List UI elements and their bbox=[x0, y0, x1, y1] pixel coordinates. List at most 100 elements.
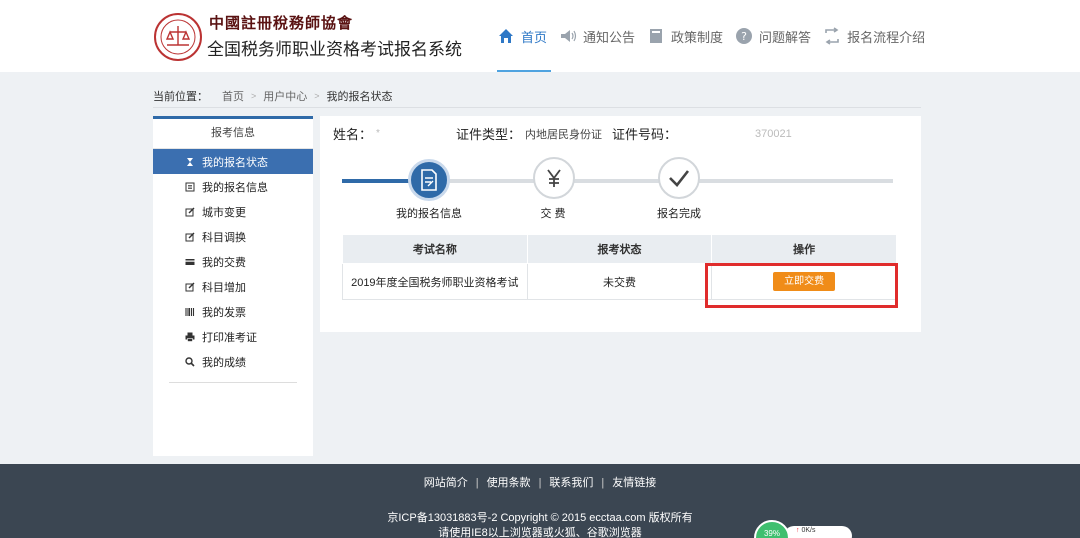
nav-label: 问题解答 bbox=[759, 29, 812, 45]
table-row: 2019年度全国税务师职业资格考试 未交费 立即交费 bbox=[342, 263, 897, 300]
step-payment bbox=[533, 157, 575, 199]
network-speed-widget[interactable]: ↑ 0K/s 39% bbox=[754, 520, 854, 538]
step-complete bbox=[658, 157, 700, 199]
exam-table: 考试名称 报考状态 操作 2019年度全国税务师职业资格考试 未交费 立即交费 bbox=[342, 234, 897, 300]
sidebar-divider bbox=[169, 382, 297, 383]
step-label-complete: 报名完成 bbox=[657, 208, 701, 220]
breadcrumb-separator: > bbox=[314, 90, 320, 101]
header: 中國註冊稅務師協會 全国税务师职业资格考试报名系统 首页 通知公告 政策制度 ?… bbox=[0, 0, 1080, 72]
nav-label: 首页 bbox=[521, 29, 548, 45]
footer-link-about[interactable]: 网站简介 bbox=[424, 477, 468, 489]
breadcrumb: 当前位置： 首页 > 用户中心 > 我的报名状态 bbox=[153, 84, 921, 108]
nav-item-notices[interactable]: 通知公告 bbox=[559, 0, 635, 72]
question-icon: ? bbox=[736, 28, 753, 44]
brand-script-title: 中國註冊稅務師協會 bbox=[209, 14, 354, 32]
edit-icon bbox=[185, 282, 195, 291]
svg-text:?: ? bbox=[741, 30, 747, 43]
sidebar-item-add-subject[interactable]: 科目增加 bbox=[153, 274, 313, 299]
sidebar-item-print-admission[interactable]: 打印准考证 bbox=[153, 324, 313, 349]
footer-separator: | bbox=[538, 477, 542, 489]
sidebar-item-subject-swap[interactable]: 科目调换 bbox=[153, 224, 313, 249]
breadcrumb-home[interactable]: 首页 bbox=[222, 88, 244, 104]
id-number-label: 证件号码： bbox=[612, 127, 678, 142]
sidebar-item-registration-info[interactable]: 我的报名信息 bbox=[153, 174, 313, 199]
top-nav: 首页 通知公告 政策制度 ? 问题解答 报名流程介绍 bbox=[497, 0, 937, 72]
sidebar-item-label: 我的成绩 bbox=[202, 356, 246, 369]
sidebar-item-my-invoice[interactable]: 我的发票 bbox=[153, 299, 313, 324]
step-label-payment: 交 费 bbox=[540, 208, 566, 220]
breadcrumb-user-center[interactable]: 用户中心 bbox=[263, 88, 307, 104]
sidebar-item-label: 我的发票 bbox=[202, 306, 246, 319]
sidebar-item-label: 我的报名信息 bbox=[202, 181, 268, 194]
step-label-registration-info: 我的报名信息 bbox=[396, 208, 462, 220]
footer-link-friends[interactable]: 友情链接 bbox=[612, 477, 656, 489]
upload-arrow-icon: ↑ bbox=[796, 527, 800, 534]
flow-icon bbox=[825, 27, 839, 45]
nav-item-home[interactable]: 首页 bbox=[497, 0, 552, 72]
nav-item-policy[interactable]: 政策制度 bbox=[647, 0, 723, 72]
sidebar-title: 报考信息 bbox=[153, 119, 313, 149]
pay-now-button[interactable]: 立即交费 bbox=[773, 272, 836, 291]
speed-rate-bar: ↑ 0K/s bbox=[784, 526, 852, 538]
exam-name-cell: 2019年度全国税务师职业资格考试 bbox=[342, 263, 528, 300]
sidebar-item-label: 我的报名状态 bbox=[202, 156, 268, 169]
speed-percent-badge: 39% bbox=[754, 520, 790, 538]
nav-label: 通知公告 bbox=[583, 29, 636, 45]
id-type-value: 内地居民身份证 bbox=[525, 128, 603, 141]
yen-icon bbox=[547, 169, 561, 187]
step-registration-info bbox=[408, 159, 450, 201]
sidebar-item-my-score[interactable]: 我的成绩 bbox=[153, 349, 313, 374]
sidebar-item-registration-status[interactable]: 我的报名状态 bbox=[153, 149, 313, 174]
breadcrumb-label: 当前位置： bbox=[153, 90, 208, 103]
sidebar-item-label: 我的交费 bbox=[202, 256, 246, 269]
edit-icon bbox=[185, 207, 195, 216]
magnifier-icon bbox=[185, 356, 195, 367]
nav-label: 报名流程介绍 bbox=[847, 29, 926, 45]
edit-icon bbox=[185, 232, 195, 241]
footer-link-terms[interactable]: 使用条款 bbox=[487, 477, 531, 489]
sidebar: 报考信息 我的报名状态 我的报名信息 城市变更 科目调换 我的交费 科目增加 我… bbox=[153, 116, 313, 456]
check-icon bbox=[669, 170, 690, 187]
footer-copyright: 京ICP备13031883号-2 Copyright © 2015 ecctaa… bbox=[387, 512, 693, 524]
speaker-icon bbox=[561, 30, 577, 42]
footer-links: 网站简介 | 使用条款 | 联系我们 | 友情链接 bbox=[0, 474, 1080, 490]
book-icon bbox=[650, 29, 663, 43]
column-header-exam-name: 考试名称 bbox=[342, 234, 528, 264]
sidebar-item-label: 科目增加 bbox=[202, 281, 246, 294]
sidebar-item-city-change[interactable]: 城市变更 bbox=[153, 199, 313, 224]
barcode-icon bbox=[185, 307, 195, 316]
system-title: 全国税务师职业资格考试报名系统 bbox=[207, 40, 462, 59]
sidebar-item-my-payment[interactable]: 我的交费 bbox=[153, 249, 313, 274]
footer-link-contact[interactable]: 联系我们 bbox=[549, 477, 593, 489]
nav-item-faq[interactable]: ? 问题解答 bbox=[735, 0, 811, 72]
sidebar-item-label: 城市变更 bbox=[202, 206, 246, 219]
home-icon bbox=[499, 29, 513, 43]
footer-browser-note: 请使用IE8以上浏览器或火狐、谷歌浏览器 bbox=[438, 527, 642, 538]
footer-separator: | bbox=[601, 477, 605, 489]
name-label: 姓名： bbox=[333, 127, 373, 142]
id-number-value: 370021 bbox=[755, 127, 792, 140]
footer-separator: | bbox=[475, 477, 479, 489]
candidate-info-row: 姓名： * 证件类型： 内地居民身份证 证件号码： 370021 bbox=[333, 124, 802, 143]
printer-icon bbox=[185, 332, 195, 342]
sidebar-item-label: 科目调换 bbox=[202, 231, 246, 244]
column-header-status: 报考状态 bbox=[526, 234, 713, 264]
name-value: * bbox=[376, 128, 380, 139]
column-header-action: 操作 bbox=[711, 234, 897, 264]
sidebar-item-label: 打印准考证 bbox=[202, 331, 257, 344]
nav-item-process[interactable]: 报名流程介绍 bbox=[823, 0, 925, 72]
breadcrumb-current: 我的报名状态 bbox=[326, 90, 393, 103]
breadcrumb-separator: > bbox=[251, 90, 257, 101]
card-icon bbox=[185, 258, 195, 265]
association-seal-icon bbox=[154, 13, 202, 61]
nav-label: 政策制度 bbox=[671, 29, 724, 45]
document-icon bbox=[421, 169, 437, 191]
exam-action-cell: 立即交费 bbox=[711, 263, 897, 300]
registration-status-panel: 姓名： * 证件类型： 内地居民身份证 证件号码： 370021 我的报名信息 … bbox=[320, 116, 921, 332]
speed-rate: 0K/s bbox=[801, 527, 816, 534]
list-icon bbox=[185, 182, 195, 191]
table-header-row: 考试名称 报考状态 操作 bbox=[342, 234, 897, 264]
footer: 网站简介 | 使用条款 | 联系我们 | 友情链接 京ICP备13031883号-2 Cop… bbox=[0, 464, 1080, 538]
id-type-label: 证件类型： bbox=[456, 127, 522, 142]
exam-status-cell: 未交费 bbox=[527, 263, 713, 300]
